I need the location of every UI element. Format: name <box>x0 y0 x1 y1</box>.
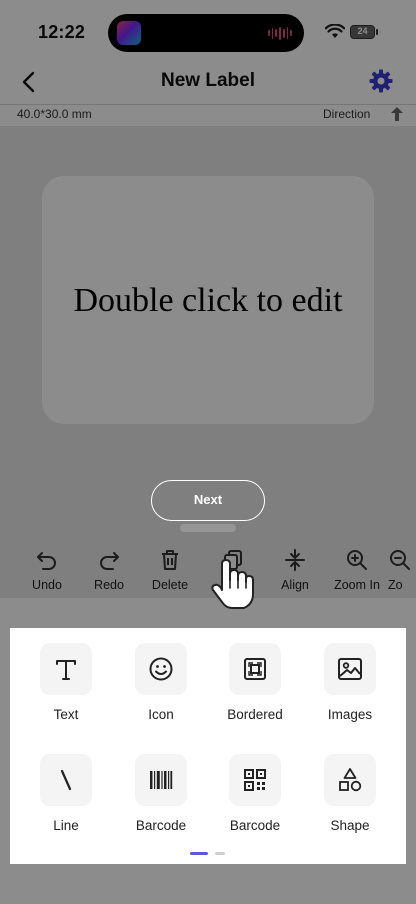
qrcode-label: Barcode <box>229 818 281 833</box>
bordered-icon <box>244 658 266 680</box>
divider <box>180 524 236 532</box>
line-icon <box>60 769 72 791</box>
shape-icon <box>339 768 362 792</box>
smiley-icon <box>149 657 173 681</box>
barcode-icon <box>150 771 173 789</box>
page-dot-active[interactable] <box>190 852 208 855</box>
add-qrcode-button[interactable]: Barcode <box>208 754 302 833</box>
add-icon-button[interactable]: Icon <box>114 643 208 722</box>
tap-hand-icon <box>211 559 254 609</box>
images-label: Images <box>327 707 373 722</box>
icon-label: Icon <box>148 707 174 722</box>
elements-panel: Text Icon Bordered Images Line Barcode B… <box>10 628 406 864</box>
next-button[interactable]: Next <box>151 480 265 521</box>
text-label: Text <box>53 707 79 722</box>
text-icon <box>56 660 76 680</box>
barcode-label: Barcode <box>135 818 187 833</box>
add-shape-button[interactable]: Shape <box>303 754 397 833</box>
add-barcode-button[interactable]: Barcode <box>114 754 208 833</box>
add-image-button[interactable]: Images <box>303 643 397 722</box>
qrcode-icon <box>244 769 266 791</box>
add-text-button[interactable]: Text <box>19 643 113 722</box>
page-dot[interactable] <box>215 852 225 855</box>
line-label: Line <box>53 818 79 833</box>
image-icon <box>338 658 362 680</box>
shape-label: Shape <box>330 818 370 833</box>
bordered-label: Bordered <box>227 707 283 722</box>
add-bordered-button[interactable]: Bordered <box>208 643 302 722</box>
add-line-button[interactable]: Line <box>19 754 113 833</box>
